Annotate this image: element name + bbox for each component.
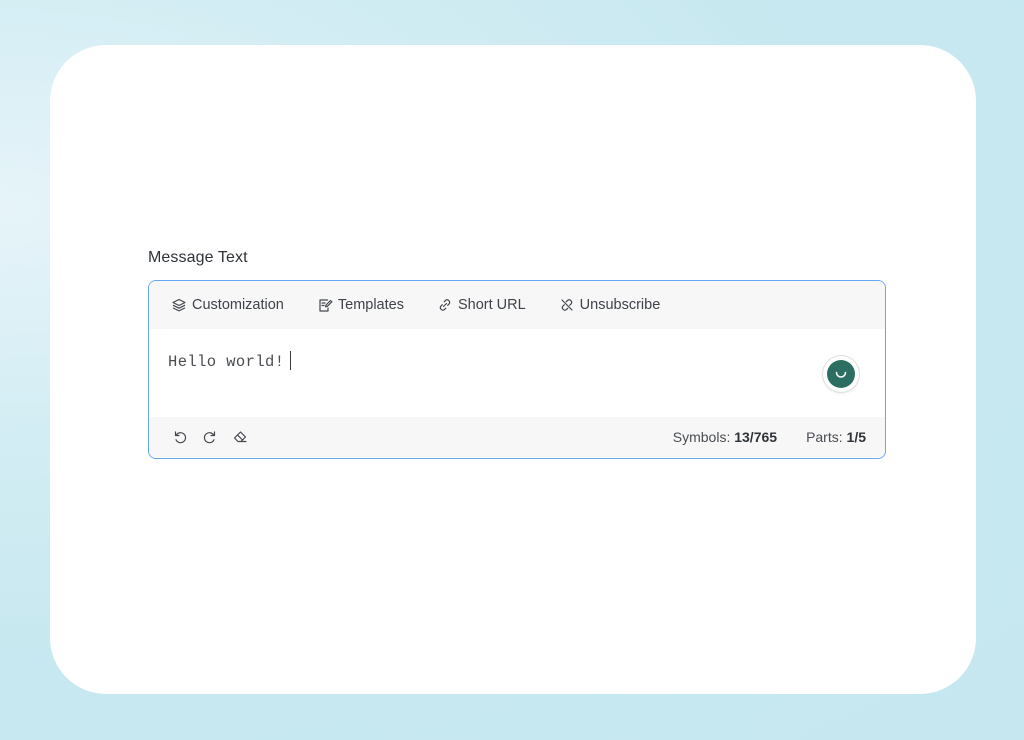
symbols-value: 13/765 (734, 429, 778, 445)
eraser-icon[interactable] (231, 428, 249, 446)
editor-toolbar: Customization Templates Short URL Unsubs… (149, 281, 885, 329)
unsubscribe-button[interactable]: Unsubscribe (559, 297, 661, 313)
customization-button[interactable]: Customization (171, 297, 284, 313)
message-text-content: Hello world! (168, 353, 285, 371)
parts-counter: Parts: 1/5 (806, 429, 866, 445)
short-url-label: Short URL (457, 297, 526, 313)
short-url-button[interactable]: Short URL (437, 297, 526, 313)
templates-button[interactable]: Templates (317, 297, 404, 313)
message-editor: Customization Templates Short URL Unsubs… (148, 280, 886, 459)
layers-icon (171, 297, 187, 313)
templates-label: Templates (337, 297, 404, 313)
assistant-button[interactable] (823, 356, 859, 392)
redo-icon[interactable] (201, 428, 219, 446)
link-icon (437, 297, 453, 313)
message-text-value[interactable]: Hello world! (168, 351, 292, 371)
message-text-label: Message Text (148, 249, 248, 266)
parts-value: 1/5 (846, 429, 866, 445)
undo-icon[interactable] (171, 428, 189, 446)
text-caret (290, 351, 292, 370)
template-icon (317, 297, 333, 313)
unsubscribe-label: Unsubscribe (579, 297, 661, 313)
symbols-label: Symbols: (672, 429, 731, 445)
customization-label: Customization (192, 297, 284, 313)
editor-footer: Symbols: 13/765 Parts: 1/5 (149, 417, 885, 457)
unlink-icon (559, 297, 575, 313)
message-text-area[interactable]: Hello world! (149, 329, 885, 417)
parts-label: Parts: (806, 429, 843, 445)
main-card: Message Text Customization Templates Sho… (50, 45, 976, 694)
symbols-counter: Symbols: 13/765 (673, 429, 777, 445)
smile-icon (827, 360, 855, 388)
